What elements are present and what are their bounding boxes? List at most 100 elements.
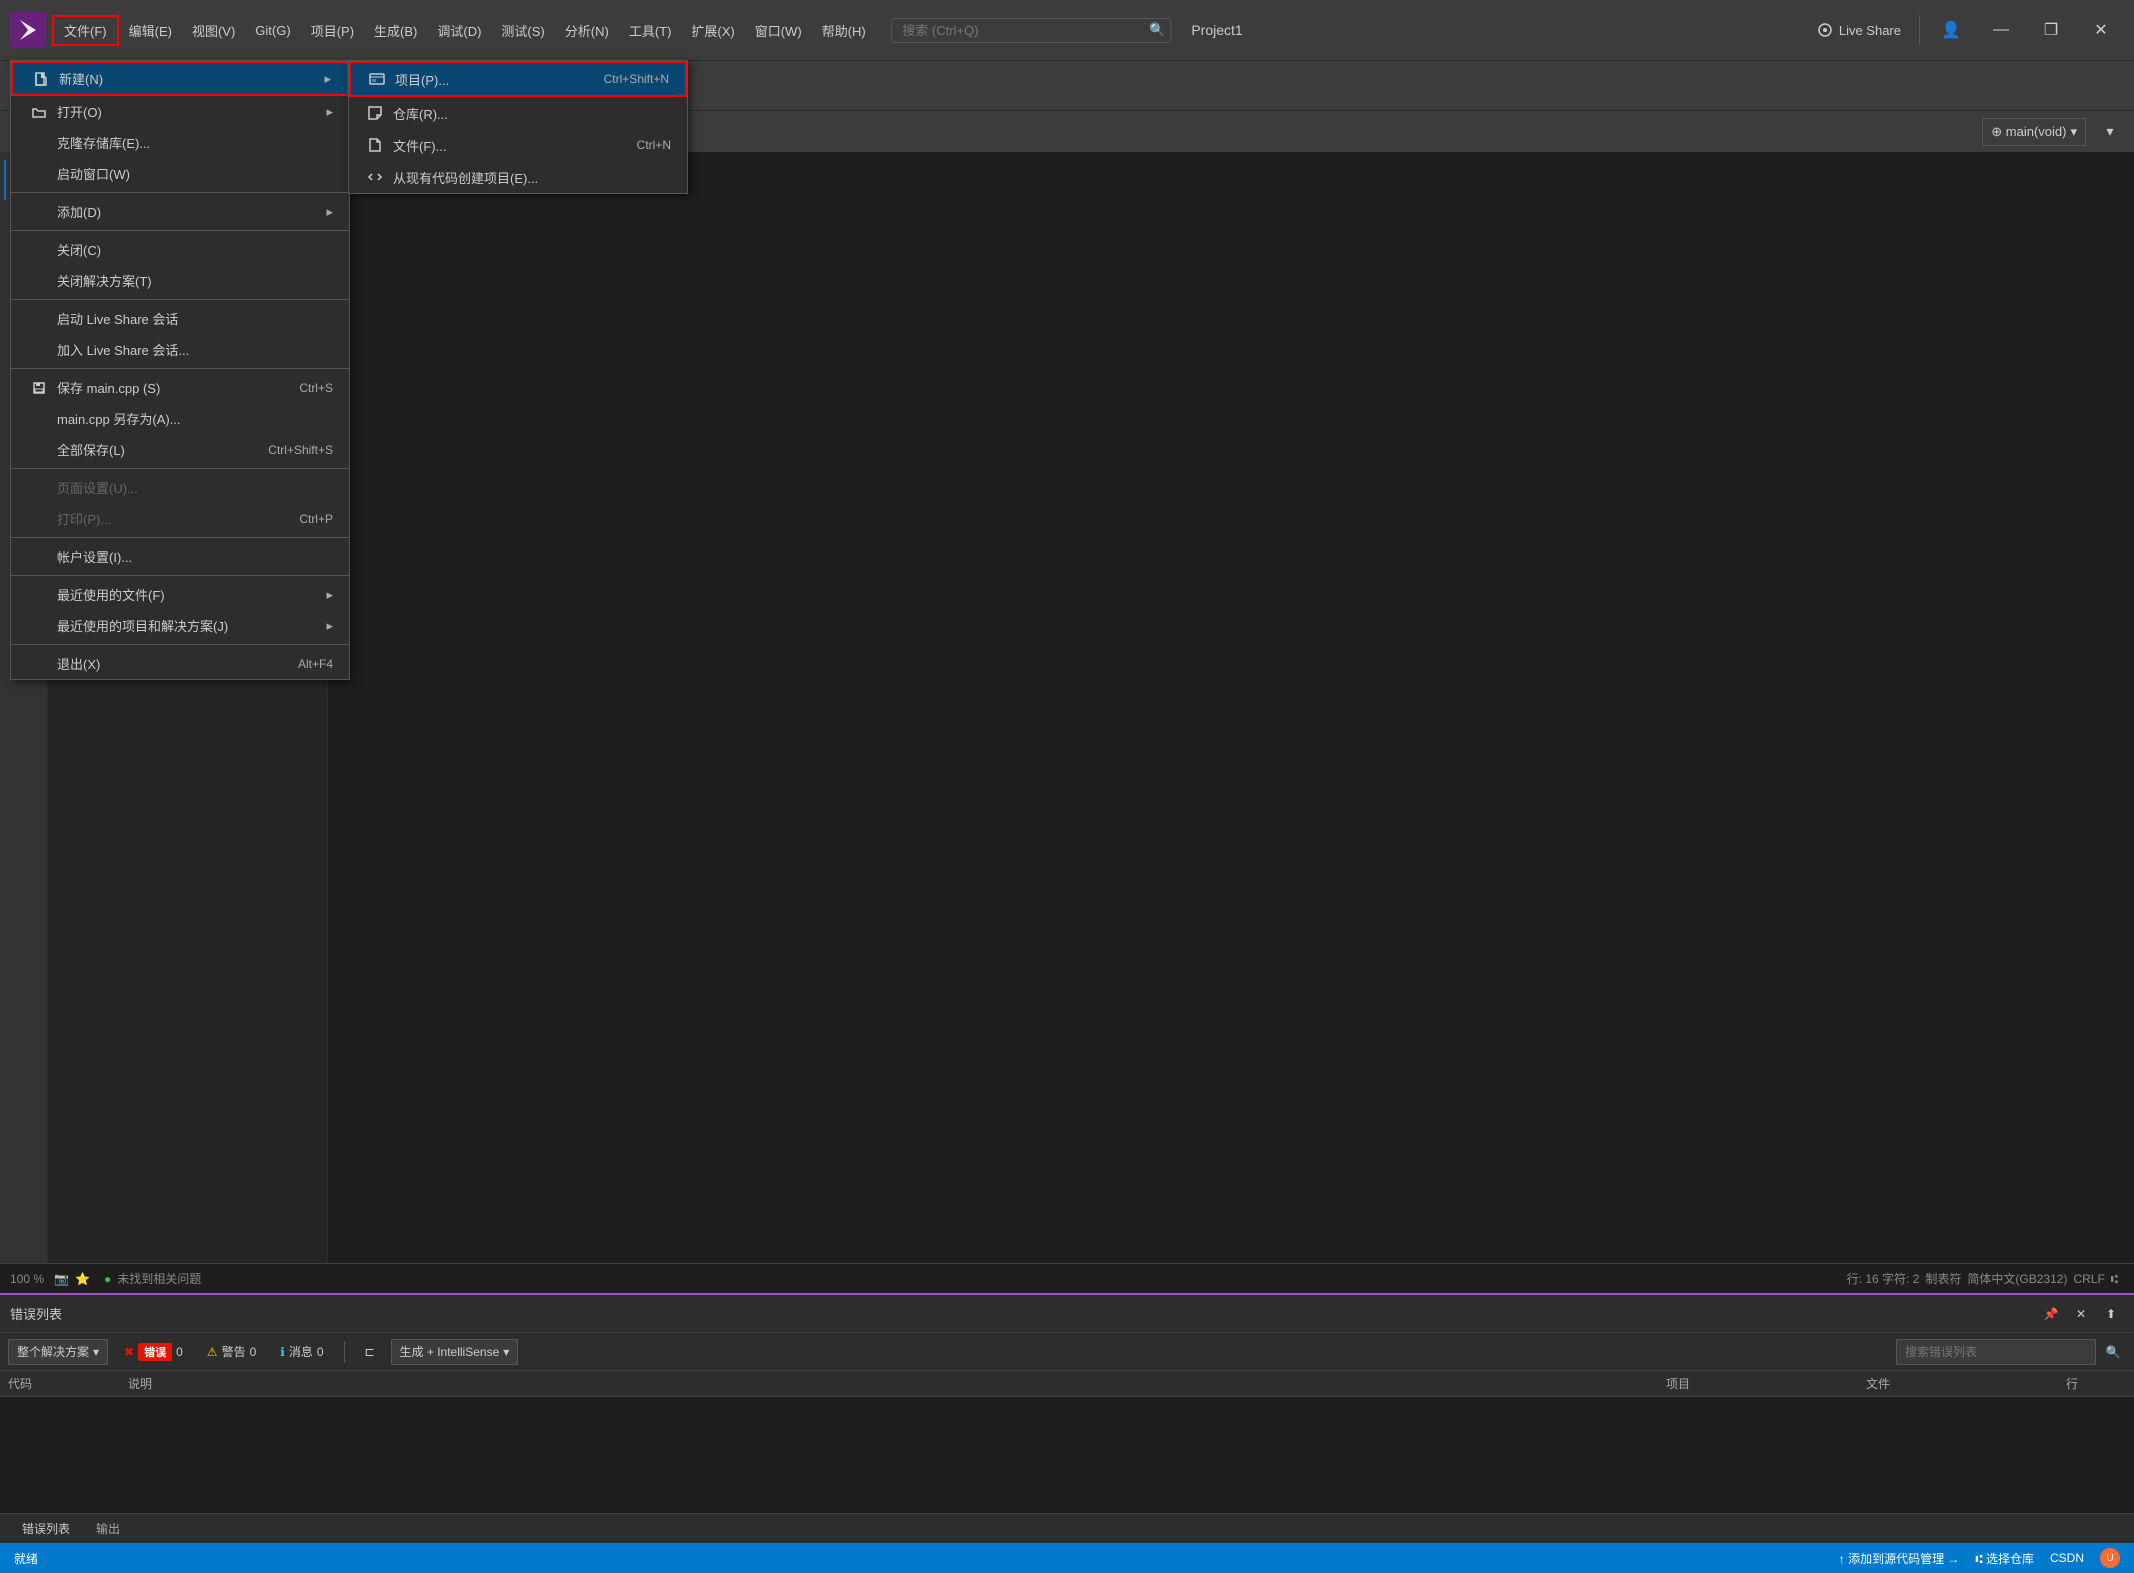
- file-menu-start-window[interactable]: 启动窗口(W): [11, 158, 349, 189]
- file-menu-close-solution-label: 关闭解决方案(T): [57, 271, 152, 290]
- file-menu-save-all[interactable]: 全部保存(L) Ctrl+Shift+S: [11, 434, 349, 465]
- menu-item-debug[interactable]: 调试(D): [427, 17, 491, 44]
- zoom-level: 100 %: [10, 1272, 44, 1286]
- global-search-input[interactable]: [891, 18, 1171, 43]
- warning-count-button[interactable]: ⚠ 警告 0: [199, 1339, 264, 1365]
- file-menu-account-label: 帐户设置(I)...: [57, 547, 132, 566]
- add-arrow-icon: ▸: [326, 204, 333, 220]
- menu-item-project[interactable]: 项目(P): [301, 17, 364, 44]
- error-count-button[interactable]: ✖ 错误 0: [116, 1339, 191, 1365]
- file-menu-clone[interactable]: 克隆存储库(E)...: [11, 127, 349, 158]
- user-avatar[interactable]: U: [2096, 1543, 2124, 1573]
- menu-item-tools[interactable]: 工具(T): [619, 17, 682, 44]
- build-scope-dropdown[interactable]: 生成 + IntelliSense ▾: [391, 1339, 519, 1365]
- source-control-label: ↑ 添加到源代码管理 →: [1839, 1550, 1960, 1567]
- error-search-input[interactable]: [1896, 1339, 2096, 1365]
- editor-content: [328, 152, 2134, 1263]
- info-icon: ℹ: [280, 1345, 285, 1359]
- file-menu-recent-projects-label: 最近使用的项目和解决方案(J): [57, 616, 228, 635]
- file-menu-join-liveshare[interactable]: 加入 Live Share 会话...: [11, 334, 349, 365]
- info-count-button[interactable]: ℹ 消息 0: [272, 1339, 331, 1365]
- select-repo-button[interactable]: ⑆ 选择仓库: [1971, 1543, 2038, 1573]
- repo-icon: [365, 103, 385, 123]
- error-panel: 错误列表 📌 ✕ ⬆ 整个解决方案 ▾ ✖ 错误 0 ⚠ 警告 0 ℹ 消息 0…: [0, 1293, 2134, 1513]
- sep3: [11, 299, 349, 300]
- tab-error-list[interactable]: 错误列表: [10, 1516, 82, 1541]
- error-badge: 错误: [138, 1343, 172, 1361]
- project-icon: [367, 69, 387, 89]
- file-menu-recent-files[interactable]: 最近使用的文件(F) ▸: [11, 579, 349, 610]
- status-icon-star[interactable]: ⭐: [75, 1272, 90, 1286]
- close-button[interactable]: ✕: [2078, 12, 2124, 48]
- file-menu-join-liveshare-label: 加入 Live Share 会话...: [57, 340, 189, 359]
- file-menu-page-setup: 页面设置(U)...: [11, 472, 349, 503]
- sep5: [11, 468, 349, 469]
- sep2: [11, 230, 349, 231]
- from-code-icon: [365, 167, 385, 187]
- new-project-label: 项目(P)...: [395, 70, 449, 89]
- status-ready[interactable]: 就绪: [10, 1543, 42, 1573]
- exit-shortcut: Alt+F4: [298, 657, 333, 671]
- user-account-button[interactable]: 👤: [1928, 12, 1974, 48]
- function-chevron-icon: ▾: [2070, 124, 2077, 140]
- add-to-source-control-button[interactable]: ↑ 添加到源代码管理 →: [1835, 1543, 1964, 1573]
- new-submenu-repo[interactable]: 仓库(R)...: [349, 97, 687, 129]
- file-menu-save[interactable]: 保存 main.cpp (S) Ctrl+S: [11, 372, 349, 403]
- menu-item-analyze[interactable]: 分析(N): [555, 17, 619, 44]
- new-submenu-project[interactable]: 项目(P)... Ctrl+Shift+N: [349, 61, 687, 97]
- status-no-issues: 未找到相关问题: [117, 1270, 201, 1287]
- menu-item-git[interactable]: Git(G): [245, 19, 300, 42]
- print-shortcut: Ctrl+P: [299, 512, 333, 526]
- error-icon: ✖: [124, 1345, 134, 1359]
- file-menu-new[interactable]: 新建(N) ▸: [11, 61, 349, 96]
- menu-item-build[interactable]: 生成(B): [364, 17, 427, 44]
- menu-item-window[interactable]: 窗口(W): [745, 17, 812, 44]
- function-dropdown[interactable]: ⊕ main(void) ▾: [1982, 118, 2086, 146]
- search-icon[interactable]: 🔍: [1149, 22, 1165, 38]
- info-count: 0: [317, 1345, 324, 1359]
- minimize-button[interactable]: —: [1978, 12, 2024, 48]
- csdn-button[interactable]: CSDN: [2046, 1543, 2088, 1573]
- status-icon-camera[interactable]: 📷: [54, 1272, 69, 1286]
- filter-icon[interactable]: ⊏: [357, 1339, 383, 1365]
- error-search-icon[interactable]: 🔍: [2100, 1339, 2126, 1365]
- menu-item-file[interactable]: 文件(F): [52, 15, 119, 46]
- panel-pin-button[interactable]: 📌: [2038, 1301, 2064, 1327]
- menu-item-extend[interactable]: 扩展(X): [681, 17, 744, 44]
- error-scope-dropdown[interactable]: 整个解决方案 ▾: [8, 1339, 108, 1365]
- file-menu-save-as[interactable]: main.cpp 另存为(A)...: [11, 403, 349, 434]
- tab-output[interactable]: 输出: [84, 1516, 132, 1541]
- toolbar2-right-btn[interactable]: ▾: [2094, 116, 2126, 148]
- panel-expand-button[interactable]: ⬆: [2098, 1301, 2124, 1327]
- editor-status-bar: 100 % 📷 ⭐ ● 未找到相关问题 行: 16 字符: 2 制表符 简体中文…: [0, 1263, 2134, 1293]
- select-repo-label: ⑆ 选择仓库: [1975, 1550, 2034, 1567]
- new-submenu-from-code[interactable]: 从现有代码创建项目(E)...: [349, 161, 687, 193]
- file-menu-open[interactable]: 打开(O) ▸: [11, 96, 349, 127]
- title-actions: Live Share 👤 — ❐ ✕: [1807, 12, 2124, 48]
- title-center: 🔍 Project1: [891, 18, 1242, 43]
- new-submenu-file[interactable]: 文件(F)... Ctrl+N: [349, 129, 687, 161]
- menu-item-view[interactable]: 视图(V): [182, 17, 245, 44]
- menu-item-edit[interactable]: 编辑(E): [119, 17, 182, 44]
- save-all-shortcut: Ctrl+Shift+S: [268, 443, 333, 457]
- sep7: [11, 575, 349, 576]
- file-menu-close-solution[interactable]: 关闭解决方案(T): [11, 265, 349, 296]
- file-menu-add[interactable]: 添加(D) ▸: [11, 196, 349, 227]
- new-submenu: 项目(P)... Ctrl+Shift+N 仓库(R)... 文件(F)... …: [348, 60, 688, 194]
- restore-button[interactable]: ❐: [2028, 12, 2074, 48]
- file-menu-add-label: 添加(D): [57, 202, 101, 221]
- file-menu-recent-projects[interactable]: 最近使用的项目和解决方案(J) ▸: [11, 610, 349, 641]
- warning-label: 警告: [222, 1343, 246, 1360]
- file-menu-close[interactable]: 关闭(C): [11, 234, 349, 265]
- git-branch-icon[interactable]: ⑆: [2111, 1272, 2118, 1286]
- panel-close-button[interactable]: ✕: [2068, 1301, 2094, 1327]
- menu-item-help[interactable]: 帮助(H): [812, 17, 876, 44]
- file-menu-exit[interactable]: 退出(X) Alt+F4: [11, 648, 349, 679]
- live-share-button[interactable]: Live Share: [1807, 18, 1911, 42]
- menu-item-test[interactable]: 测试(S): [491, 17, 554, 44]
- sep1: [11, 192, 349, 193]
- file-menu-start-liveshare[interactable]: 启动 Live Share 会话: [11, 303, 349, 334]
- file-menu-account-settings[interactable]: 帐户设置(I)...: [11, 541, 349, 572]
- warning-icon: ⚠: [207, 1345, 218, 1359]
- panel-icons: 📌 ✕ ⬆: [2038, 1301, 2124, 1327]
